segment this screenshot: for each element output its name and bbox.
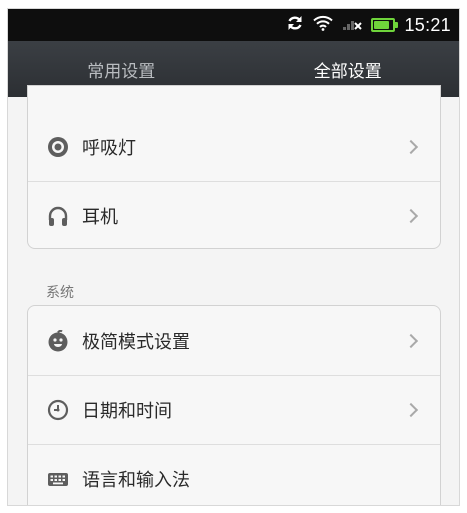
chevron-right-icon: [403, 333, 419, 348]
status-icons: 15:21: [286, 9, 459, 41]
simple-mode-icon: [47, 329, 69, 352]
breathing-light-icon: [47, 136, 69, 158]
list-item-label: 日期和时间: [82, 401, 172, 422]
settings-group-personal: 呼吸灯 耳机: [27, 85, 441, 249]
settings-group-system: 极简模式设置 日期和时间 语言和输入法: [27, 305, 441, 505]
status-time: 15:21: [404, 14, 451, 35]
tab-label: 常用设置: [87, 61, 156, 82]
battery-icon: [371, 18, 399, 32]
list-item-language-input[interactable]: 语言和输入法: [28, 444, 440, 505]
sync-icon: [286, 14, 304, 36]
phone-screen: 15:21 常用设置 全部设置 呼吸灯 耳机 系统 极简模式设置 日期和时间 语…: [7, 8, 460, 506]
list-item-date-time[interactable]: 日期和时间: [28, 375, 440, 444]
list-item-breathing-light[interactable]: 呼吸灯: [28, 112, 440, 181]
list-item-label: 耳机: [82, 207, 118, 228]
list-item-simple-mode[interactable]: 极简模式设置: [28, 306, 440, 375]
list-item-label: 语言和输入法: [82, 470, 190, 491]
keyboard-icon: [47, 468, 69, 490]
tab-label: 全部设置: [313, 61, 382, 82]
chevron-right-icon: [403, 402, 419, 418]
chevron-right-icon: [403, 208, 419, 224]
status-bar: 15:21: [8, 9, 459, 41]
wifi-icon: [313, 15, 334, 35]
list-item-label: 极简模式设置: [82, 331, 190, 353]
list-item-headphones[interactable]: 耳机: [28, 181, 440, 248]
headphones-icon: [47, 205, 69, 227]
list-item-label: 呼吸灯: [82, 137, 136, 159]
section-title-system: 系统: [46, 285, 74, 301]
clock-icon: [47, 399, 69, 421]
signal-icon: [342, 15, 363, 35]
chevron-right-icon: [403, 139, 419, 154]
settings-list: 呼吸灯 耳机 系统 极简模式设置 日期和时间 语言和输入法: [8, 85, 459, 505]
